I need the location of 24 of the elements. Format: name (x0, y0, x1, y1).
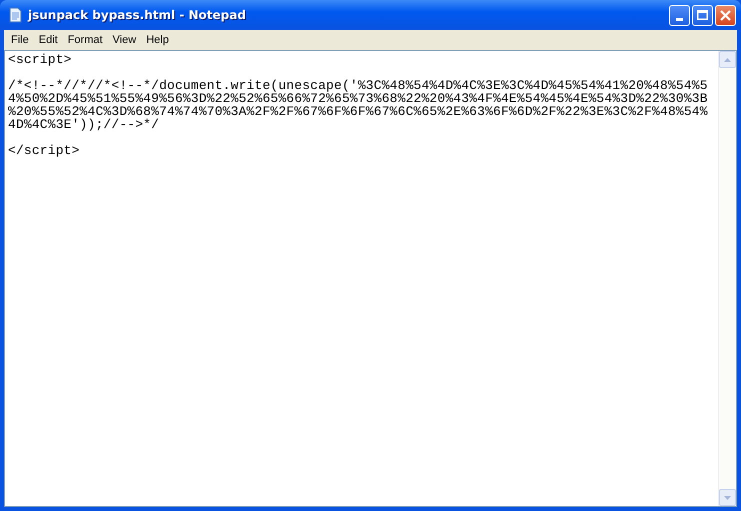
code-line: %20%55%52%4C%3D%68%74%74%70%3A%2F%2F%67%6F%6F%67%6C%65%2E%63%6F%6D%2F%22%3E%3C%2F%48%54% (8, 105, 709, 118)
scroll-down-button[interactable] (719, 489, 736, 506)
menu-item[interactable]: File (6, 34, 34, 46)
code-line: </script> (8, 144, 81, 157)
close-button[interactable] (715, 4, 736, 26)
minimize-icon (676, 18, 683, 20)
menu-item[interactable]: Edit (34, 34, 63, 46)
maximize-button[interactable] (692, 4, 713, 26)
close-icon (720, 10, 731, 20)
scroll-up-button[interactable] (719, 51, 736, 68)
code-line: 4%50%2D%45%51%55%49%56%3D%22%52%65%66%72%65%73%68%22%20%43%4F%4E%54%45%4E%54%3D%22%30%3B (8, 92, 709, 105)
down-arrow-icon (724, 496, 731, 500)
menu-item[interactable]: View (108, 34, 142, 46)
menu-item[interactable]: Format (62, 34, 108, 46)
vertical-scrollbar[interactable] (718, 51, 736, 506)
code-line: 4D%4C%3E'));//-->*/ (8, 118, 160, 131)
maximize-icon (697, 10, 708, 20)
window-title: jsunpack bypass.html - Notepad (28, 8, 247, 22)
menu-item[interactable]: Help (141, 34, 174, 46)
minimize-button[interactable] (669, 4, 690, 26)
code-line: /*<!--*//*//*<!--*/document.write(unescape('%3C%48%54%4D%4C%3E%3C%4D%45%54%41%20%48%54%5 (8, 79, 709, 92)
up-arrow-icon (724, 58, 731, 62)
notepad-icon (8, 7, 22, 23)
code-line: <script> (8, 53, 73, 66)
